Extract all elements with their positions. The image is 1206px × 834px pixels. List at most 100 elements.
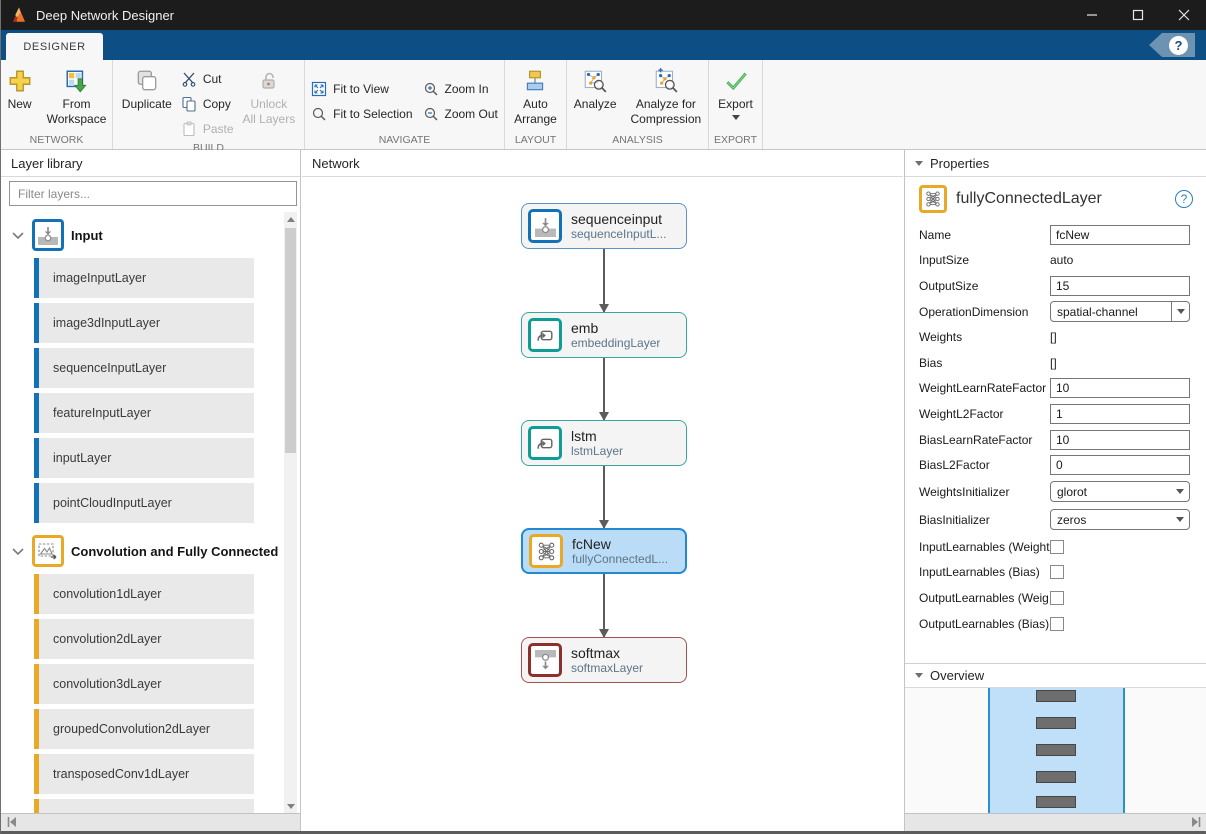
scroll-down-icon[interactable] <box>284 799 297 813</box>
list-item-convolution1dLayer[interactable]: convolution1dLayer <box>34 574 254 614</box>
fully-connected-layer-icon <box>529 534 563 568</box>
title-bar: Deep Network Designer <box>1 0 1206 30</box>
library-section-convolution[interactable]: Convolution and Fully Connected <box>1 528 284 574</box>
network-title: Network <box>312 156 360 171</box>
analyze-for-compression-icon <box>653 65 679 97</box>
from-workspace-icon <box>64 65 90 97</box>
minimize-button[interactable] <box>1069 0 1115 30</box>
section-label-layout: LAYOUT <box>505 133 566 149</box>
export-dropdown-caret-icon <box>732 115 740 120</box>
name-field[interactable] <box>1050 225 1190 245</box>
node-type: fullyConnectedL... <box>572 552 668 567</box>
list-item-convolution3dLayer[interactable]: convolution3dLayer <box>34 664 254 704</box>
bias-value: [] <box>1050 356 1190 370</box>
node-softmax[interactable]: softmax softmaxLayer <box>521 637 687 683</box>
network-canvas[interactable]: sequenceinput sequenceInputL... emb embe… <box>302 177 903 831</box>
maximize-button[interactable] <box>1115 0 1161 30</box>
layer-library-header: Layer library <box>1 150 300 177</box>
layer-library-panel: Layer library Input imageInputLayer imag… <box>1 150 301 831</box>
layer-help-icon[interactable]: ? <box>1175 190 1193 208</box>
export-button[interactable]: Export <box>713 63 758 133</box>
node-name: fcNew <box>572 536 668 552</box>
list-item-transposedConv1dLayer[interactable]: transposedConv1dLayer <box>34 754 254 794</box>
toolstrip-section-network: New From Workspace NETWORK <box>1 60 113 149</box>
property-row-weightsinitializer: WeightsInitializer glorot <box>919 478 1190 506</box>
list-item-featureInputLayer[interactable]: featureInputLayer <box>34 393 254 433</box>
list-item-image3dInputLayer[interactable]: image3dInputLayer <box>34 303 254 343</box>
property-row-biasinitializer: BiasInitializer zeros <box>919 506 1190 534</box>
zoom-out-button[interactable]: Zoom Out <box>423 102 498 126</box>
list-item-groupedConvolution2dLayer[interactable]: groupedConvolution2dLayer <box>34 709 254 749</box>
weightsinitializer-dropdown[interactable]: glorot <box>1050 481 1190 502</box>
node-fcNew[interactable]: fcNew fullyConnectedL... <box>521 528 687 574</box>
weightlearnratefactor-field[interactable] <box>1050 378 1190 398</box>
tab-designer[interactable]: DESIGNER <box>6 33 103 60</box>
zoom-in-icon <box>423 81 439 97</box>
weightl2factor-field[interactable] <box>1050 404 1190 424</box>
duplicate-button[interactable]: Duplicate <box>117 63 177 141</box>
help-button[interactable]: ? <box>1149 33 1195 57</box>
node-lstm[interactable]: lstm lstmLayer <box>521 420 687 466</box>
inputlearnables-bias-checkbox[interactable] <box>1050 565 1064 579</box>
overview-minimap[interactable] <box>905 688 1206 813</box>
duplicate-icon <box>134 65 160 97</box>
list-item-sequenceInputLayer[interactable]: sequenceInputLayer <box>34 348 254 388</box>
outputlearnables-bias-checkbox[interactable] <box>1050 617 1064 631</box>
close-button[interactable] <box>1161 0 1206 30</box>
outputlearnables-weights-checkbox[interactable] <box>1050 591 1064 605</box>
network-header: Network <box>302 150 903 177</box>
property-row-weightlearnratefactor: WeightLearnRateFactor <box>919 376 1190 402</box>
auto-arrange-button[interactable]: Auto Arrange <box>509 63 562 133</box>
node-emb[interactable]: emb embeddingLayer <box>521 312 687 358</box>
list-item-convolution2dLayer[interactable]: convolution2dLayer <box>34 619 254 659</box>
node-sequenceinput[interactable]: sequenceinput sequenceInputL... <box>521 203 687 249</box>
paste-button: Paste <box>181 117 234 141</box>
list-item-inputLayer[interactable]: inputLayer <box>34 438 254 478</box>
inputlearnables-weights-checkbox[interactable] <box>1050 540 1064 554</box>
auto-arrange-icon <box>522 65 548 97</box>
section-label-navigate: NAVIGATE <box>305 133 504 149</box>
fit-to-view-icon <box>311 81 327 97</box>
list-item-pointCloudInputLayer[interactable]: pointCloudInputLayer <box>34 483 254 523</box>
help-icon: ? <box>1169 36 1188 55</box>
export-check-icon <box>723 65 749 97</box>
toolstrip-section-export: Export EXPORT <box>709 60 763 149</box>
properties-status-bar <box>905 813 1206 831</box>
edge-sequenceinput-emb <box>603 249 605 312</box>
ribbon-band: DESIGNER ? <box>1 30 1206 60</box>
outputsize-field[interactable] <box>1050 276 1190 296</box>
library-section-input[interactable]: Input <box>1 212 284 258</box>
scrollbar-thumb[interactable] <box>285 228 296 453</box>
toolstrip-section-build: Duplicate Cut Copy <box>113 60 305 149</box>
scroll-up-icon[interactable] <box>284 212 297 226</box>
biasl2factor-field[interactable] <box>1050 455 1190 475</box>
list-item-imageInputLayer[interactable]: imageInputLayer <box>34 258 254 298</box>
node-name: softmax <box>571 645 643 661</box>
edge-fcNew-softmax <box>603 574 605 637</box>
node-type: softmaxLayer <box>571 661 643 676</box>
copy-icon <box>181 96 197 112</box>
collapse-panel-left-icon[interactable] <box>6 816 18 828</box>
zoom-in-button[interactable]: Zoom In <box>423 77 498 101</box>
from-workspace-button[interactable]: From Workspace <box>42 63 112 133</box>
analyze-button[interactable]: Analyze <box>569 63 622 133</box>
properties-header[interactable]: Properties <box>905 150 1206 177</box>
collapse-panel-right-icon[interactable] <box>1190 816 1202 828</box>
section-label-export: EXPORT <box>709 133 762 149</box>
biaslearnratefactor-field[interactable] <box>1050 430 1190 450</box>
collapse-triangle-icon <box>915 161 923 166</box>
filter-layers-input[interactable] <box>9 181 297 206</box>
list-item-transposedConv2dLayer[interactable]: transposedConv2dLayer <box>34 799 254 813</box>
copy-button[interactable]: Copy <box>181 92 234 116</box>
fit-to-selection-button[interactable]: Fit to Selection <box>311 102 412 126</box>
fit-to-view-button[interactable]: Fit to View <box>311 77 412 101</box>
new-button[interactable]: New <box>2 63 38 133</box>
properties-title: Properties <box>930 156 989 171</box>
analyze-for-compression-button[interactable]: Analyze for Compression <box>626 63 707 133</box>
library-scrollbar[interactable] <box>284 212 297 813</box>
overview-header[interactable]: Overview <box>905 663 1206 688</box>
biasinitializer-dropdown[interactable]: zeros <box>1050 509 1190 530</box>
edge-emb-lstm <box>603 358 605 420</box>
cut-button[interactable]: Cut <box>181 67 234 91</box>
operationdimension-dropdown[interactable]: spatial-channel <box>1050 301 1190 322</box>
